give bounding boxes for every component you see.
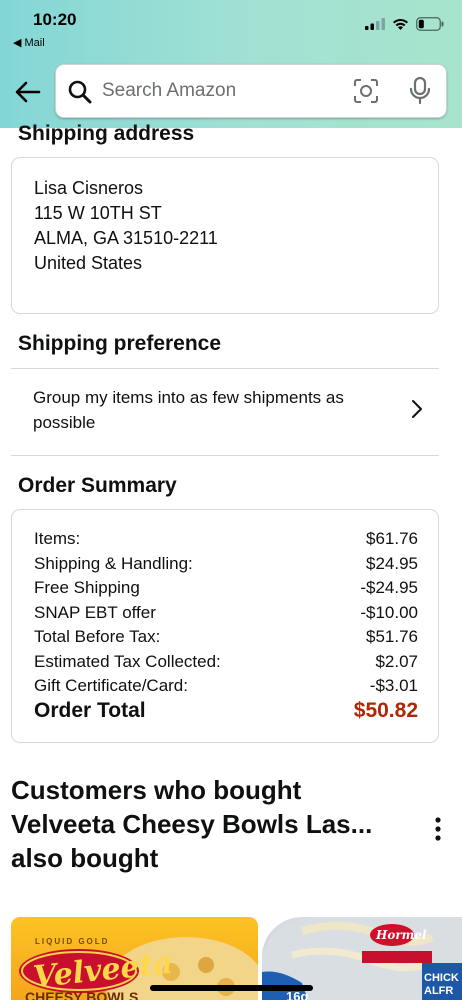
top-header: 10:20 ◀ Mail xyxy=(0,0,462,128)
summary-label: Free Shipping xyxy=(34,578,140,597)
product-subtitle: CHEESY BOWLS xyxy=(25,989,139,1000)
order-summary-card: Items: $61.76 Shipping & Handling: $24.9… xyxy=(11,509,439,743)
summary-label: Gift Certificate/Card: xyxy=(34,676,188,695)
wifi-icon xyxy=(393,18,408,30)
address-country: United States xyxy=(34,253,143,273)
order-total-row: Order Total $50.82 xyxy=(34,699,418,727)
product-tagline: LIQUID GOLD xyxy=(35,937,110,946)
address-lines: Lisa Cisneros 115 W 10TH ST ALMA, GA 315… xyxy=(34,176,218,276)
address-city-state-zip: ALMA, GA 31510-2211 xyxy=(34,228,218,248)
microphone-icon[interactable] xyxy=(409,77,431,105)
back-to-mail-link[interactable]: ◀ Mail xyxy=(13,36,45,49)
chevron-right-icon xyxy=(412,400,422,418)
address-street: 115 W 10TH ST xyxy=(34,203,162,223)
status-icons xyxy=(365,17,444,31)
search-input[interactable] xyxy=(102,77,342,105)
summary-row-snap-ebt: SNAP EBT offer -$10.00 xyxy=(34,603,418,628)
summary-row-total-before-tax: Total Before Tax: $51.76 xyxy=(34,627,418,652)
camera-scan-icon[interactable] xyxy=(353,78,379,104)
search-bar[interactable] xyxy=(55,64,447,118)
summary-label: SNAP EBT offer xyxy=(34,602,156,622)
back-arrow-icon[interactable] xyxy=(14,78,42,106)
order-summary-title: Order Summary xyxy=(18,474,177,497)
shipping-preference-title: Shipping preference xyxy=(18,332,222,355)
summary-label: Estimated Tax Collected: xyxy=(34,651,221,671)
summary-row-items: Items: $61.76 xyxy=(34,529,418,554)
order-total-value: $50.82 xyxy=(353,699,418,722)
recommendations-title: Customers who bought Velveeta Cheesy Bow… xyxy=(11,775,373,873)
summary-row-tax: Estimated Tax Collected: $2.07 xyxy=(34,652,418,677)
summary-value: -$3.01 xyxy=(369,676,418,695)
summary-row-gift-card: Gift Certificate/Card: -$3.01 xyxy=(34,676,418,701)
summary-label: Shipping & Handling: xyxy=(34,553,193,573)
shipping-address-card[interactable]: Lisa Cisneros 115 W 10TH ST ALMA, GA 315… xyxy=(11,157,439,314)
order-total-label: Order Total xyxy=(34,699,146,722)
summary-label: Items: xyxy=(34,529,81,548)
summary-value: -$24.95 xyxy=(360,578,418,597)
status-time: 10:20 xyxy=(33,10,77,29)
cellular-signal-icon xyxy=(365,18,385,30)
product-brand: Hormel xyxy=(376,928,427,942)
summary-value: $61.76 xyxy=(366,529,418,548)
battery-icon xyxy=(416,17,444,31)
shipping-preference-option[interactable]: Group my items into as few shipments as … xyxy=(11,369,439,455)
more-options-icon[interactable] xyxy=(428,814,448,844)
shipping-address-title: Shipping address xyxy=(18,122,195,145)
search-icon xyxy=(68,80,92,104)
summary-row-shipping: Shipping & Handling: $24.95 xyxy=(34,554,418,579)
summary-value: $24.95 xyxy=(366,553,418,573)
home-indicator[interactable] xyxy=(150,985,313,991)
summary-value: $2.07 xyxy=(375,651,418,671)
summary-row-free-shipping: Free Shipping -$24.95 xyxy=(34,578,418,603)
status-bar: 10:20 ◀ Mail xyxy=(0,0,462,54)
address-name: Lisa Cisneros xyxy=(34,178,144,198)
summary-label: Total Before Tax: xyxy=(34,627,161,646)
summary-value: -$10.00 xyxy=(360,602,418,622)
shipping-preference-text: Group my items into as few shipments as … xyxy=(33,388,344,432)
divider xyxy=(11,455,439,456)
summary-value: $51.76 xyxy=(366,627,418,646)
search-nav-row xyxy=(0,64,462,118)
product-subtitle: CHICK ALFR xyxy=(424,972,459,997)
